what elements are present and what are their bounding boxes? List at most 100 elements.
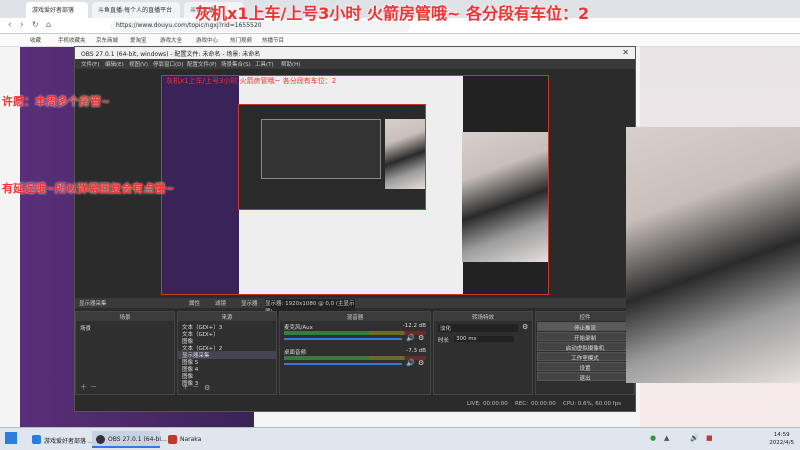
- forward-icon[interactable]: ›: [20, 20, 24, 30]
- browser-tab-2[interactable]: 斗鱼直播-每个人的直播平台: [92, 2, 180, 18]
- scenes-dock: 场景 场景 ＋ －: [75, 311, 175, 395]
- speaker-icon[interactable]: 🔊: [406, 334, 415, 342]
- overlay-line2: 有延迟哦~所以弹幕回复会有点慢~: [2, 182, 175, 195]
- obs-icon: [96, 435, 105, 444]
- speaker-icon[interactable]: 🔊: [406, 359, 415, 367]
- tray-icon[interactable]: ■: [706, 434, 713, 442]
- bookmark-item[interactable]: 手机收藏夹: [58, 36, 86, 44]
- menu-docks[interactable]: 停靠窗口(D): [153, 60, 184, 68]
- menu-file[interactable]: 文件(F): [81, 60, 99, 68]
- duration-input[interactable]: 300 ms: [454, 336, 514, 342]
- virtual-camera-button[interactable]: 启动虚拟摄像机: [537, 342, 633, 352]
- gear-icon[interactable]: ⚙: [522, 323, 528, 331]
- mixer-channel-name: 麦克风/Aux: [284, 325, 313, 331]
- mixer-channel-name: 桌面音频: [284, 350, 307, 356]
- exit-button[interactable]: 退出: [537, 372, 633, 382]
- bookmark-item[interactable]: 收藏: [30, 36, 41, 44]
- mixer-volume-slider[interactable]: [284, 363, 402, 365]
- clock-time: 14:59: [773, 432, 790, 438]
- stop-streaming-button[interactable]: 停止推流: [537, 322, 633, 332]
- preview-overlay-text: 灰机x1上车/上号3小时 火箭房管哦~ 各分段有车位：2: [166, 77, 337, 85]
- refresh-icon[interactable]: ↻: [32, 20, 39, 29]
- mixer-meter: [284, 331, 426, 335]
- bookmark-item[interactable]: 热播节目: [262, 36, 284, 44]
- taskbar: 游戏爱好者部落 … OBS 27.0.1 (64-bi… Naraka ● ▲ …: [0, 427, 800, 450]
- transitions-dock-title: 转场特效: [434, 312, 532, 321]
- obs-window: OBS 27.0.1 (64-bit, windows) - 配置文件: 未命名…: [74, 46, 636, 412]
- volume-icon[interactable]: 🔊: [690, 434, 699, 442]
- preview-webcam-image: [462, 132, 548, 262]
- remove-scene-icon[interactable]: －: [90, 382, 97, 392]
- obs-preview[interactable]: 灰机x1上车/上号3小时 火箭房管哦~ 各分段有车位：2: [161, 75, 549, 295]
- browser-tab-1[interactable]: 游戏爱好者部落: [26, 2, 88, 18]
- home-icon[interactable]: ⌂: [46, 20, 51, 29]
- clock[interactable]: 14:59 2022/4/5: [769, 431, 794, 447]
- taskbar-item-label: Naraka: [180, 436, 202, 443]
- mixer-channel-db: -12.2 dB: [402, 323, 426, 329]
- obs-menubar: 文件(F) 编辑(E) 视图(V) 停靠窗口(D) 配置文件(P) 场景集合(S…: [75, 59, 635, 69]
- sources-dock-title: 来源: [178, 312, 276, 321]
- obs-statusbar: LIVE: 00:00:00 REC: 00:00:00 CPU: 0.6%, …: [75, 399, 635, 411]
- bookmark-item[interactable]: 热门视频: [230, 36, 252, 44]
- naraka-icon: [168, 435, 177, 444]
- bookmark-item[interactable]: 游戏中心: [196, 36, 218, 44]
- overlay-top-text: 灰机x1上车/上号3小时 火箭房管哦~ 各分段有车位：2: [195, 4, 590, 23]
- menu-scene-collection[interactable]: 场景集合(S): [221, 60, 251, 68]
- gear-icon[interactable]: ⚙: [418, 334, 424, 342]
- studio-mode-button[interactable]: 工作室模式: [537, 352, 633, 362]
- tray-icon[interactable]: ●: [650, 434, 656, 442]
- cpu-status: CPU: 0.6%, 60.00 fps: [563, 401, 622, 407]
- taskbar-item[interactable]: Naraka: [164, 431, 224, 448]
- transition-select[interactable]: 淡化: [438, 324, 518, 332]
- source-settings-icon[interactable]: ⚙: [204, 384, 210, 392]
- mixer-meter: [284, 356, 426, 360]
- mixer-dock-title: 混音器: [280, 312, 430, 321]
- mixer-dock: 混音器 麦克风/Aux -12.2 dB 🔊 ⚙ 桌面音频 -7.3 dB 🔊 …: [279, 311, 431, 395]
- tray-icon[interactable]: ▲: [664, 434, 669, 442]
- nested-preview-deep: [261, 119, 381, 179]
- live-time: 00:00:00: [483, 401, 508, 407]
- rec-time: 00:00:00: [531, 401, 556, 407]
- mixer-volume-slider[interactable]: [284, 338, 402, 340]
- taskbar-item-label: OBS 27.0.1 (64-bi…: [108, 436, 168, 443]
- controls-dock-title: 控件: [536, 312, 634, 321]
- settings-button[interactable]: 设置: [537, 362, 633, 372]
- menu-view[interactable]: 视图(V): [129, 60, 148, 68]
- gear-icon[interactable]: ⚙: [418, 359, 424, 367]
- scene-item[interactable]: 场景: [80, 324, 91, 332]
- start-icon[interactable]: [5, 432, 17, 444]
- back-icon[interactable]: ‹: [8, 20, 12, 30]
- rec-label: REC:: [515, 401, 528, 407]
- taskbar-item[interactable]: OBS 27.0.1 (64-bi…: [92, 431, 167, 448]
- menu-help[interactable]: 帮助(H): [281, 60, 300, 68]
- selected-source-label: 显示器采集: [79, 301, 107, 307]
- add-scene-icon[interactable]: ＋: [80, 382, 87, 392]
- transitions-dock: 转场特效 淡化 ⚙ 时长 300 ms: [433, 311, 533, 395]
- properties-button[interactable]: 属性: [189, 299, 200, 307]
- menu-edit[interactable]: 编辑(E): [105, 60, 124, 68]
- remove-source-icon[interactable]: －: [192, 382, 199, 392]
- clock-date: 2022/4/5: [769, 440, 794, 446]
- webcam-image: [626, 127, 800, 383]
- close-icon[interactable]: ✕: [622, 48, 629, 57]
- taskbar-item-label: 游戏爱好者部落 …: [44, 438, 94, 445]
- start-recording-button[interactable]: 开始录制: [537, 332, 633, 342]
- menu-tools[interactable]: 工具(T): [255, 60, 274, 68]
- taskbar-item[interactable]: 游戏爱好者部落 …: [28, 431, 94, 448]
- nested-preview: [238, 104, 426, 210]
- menu-profile[interactable]: 配置文件(P): [187, 60, 217, 68]
- obs-title: OBS 27.0.1 (64-bit, windows) - 配置文件: 未命名…: [75, 47, 635, 59]
- overlay-line1: 许愿：本周多个房管~: [2, 95, 111, 108]
- duration-label: 时长: [438, 338, 450, 344]
- browser-icon: [32, 435, 41, 444]
- bookmark-item[interactable]: 游戏大全: [160, 36, 182, 44]
- source-toolbar: 显示器采集 属性 滤镜 显示器 显示器: 1920x1080 @ 0,0 (主显…: [75, 298, 635, 315]
- bookmark-item[interactable]: 京东商城: [96, 36, 118, 44]
- nested-webcam-image: [385, 119, 425, 189]
- bookmark-item[interactable]: 爱淘宝: [130, 36, 147, 44]
- add-source-icon[interactable]: ＋: [182, 382, 189, 392]
- filters-button[interactable]: 滤镜: [215, 299, 226, 307]
- display-label: 显示器: [241, 301, 258, 307]
- live-label: LIVE:: [467, 401, 481, 407]
- scenes-dock-title: 场景: [76, 312, 174, 321]
